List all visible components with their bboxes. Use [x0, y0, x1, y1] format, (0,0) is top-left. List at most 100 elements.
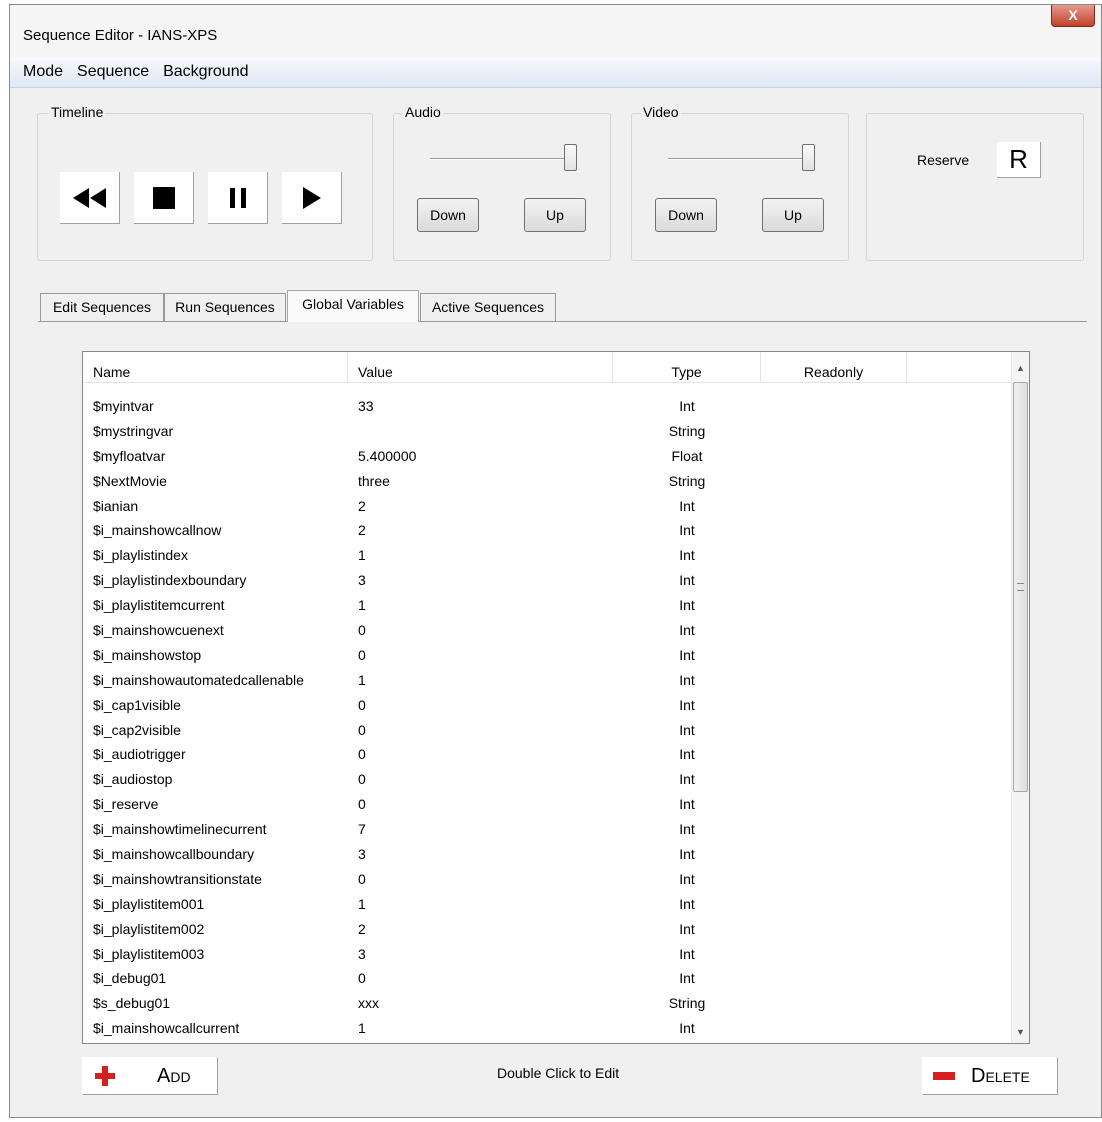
delete-button[interactable]: Delete: [922, 1057, 1058, 1095]
column-header-type[interactable]: Type: [613, 352, 761, 382]
cell-value: 33: [358, 398, 374, 414]
tab-run-sequences[interactable]: Run Sequences: [164, 293, 286, 321]
menu-mode[interactable]: Mode: [10, 57, 70, 87]
cell-type: Int: [679, 970, 695, 987]
table-row[interactable]: $i_mainshowautomatedcallenable 1 Int: [83, 668, 1011, 693]
tab-active-sequences[interactable]: Active Sequences: [420, 293, 556, 321]
add-button[interactable]: Add: [82, 1057, 218, 1095]
menu-sequence[interactable]: Sequence: [70, 57, 156, 87]
table-header: Name Value Type Readonly: [83, 352, 1011, 383]
timeline-group: Timeline: [37, 104, 373, 261]
cell-value: 1: [358, 895, 366, 912]
cell-value: 3: [358, 572, 366, 589]
column-header-readonly[interactable]: Readonly: [761, 352, 907, 382]
table-row[interactable]: $myfloatvar 5.400000 Float: [83, 444, 1011, 469]
cell-type: Int: [679, 597, 695, 614]
cell-type: Int: [679, 746, 695, 763]
cell-type: Int: [679, 895, 695, 912]
table-row[interactable]: $i_reserve 0 Int: [83, 792, 1011, 817]
cell-name: $myintvar: [93, 398, 154, 414]
table-row[interactable]: $i_mainshowcallnow 2 Int: [83, 518, 1011, 543]
menu-background[interactable]: Background: [156, 57, 255, 87]
column-header-name[interactable]: Name: [83, 352, 348, 382]
table-row[interactable]: $i_playlistitem001 1 Int: [83, 892, 1011, 917]
title-bar[interactable]: Sequence Editor - IANS-XPS X: [10, 5, 1101, 57]
cell-name: $i_audiostop: [93, 771, 173, 788]
cell-name: $mystringvar: [93, 422, 174, 439]
cell-name: $i_debug01: [93, 970, 167, 987]
add-button-label: Add: [157, 1064, 191, 1087]
cell-value: xxx: [358, 995, 379, 1012]
video-up-button[interactable]: Up: [762, 198, 824, 232]
video-volume-slider[interactable]: [802, 144, 815, 171]
video-group: Video Down Up: [631, 104, 849, 261]
table-row[interactable]: $NextMovie three String: [83, 469, 1011, 494]
close-button[interactable]: X: [1051, 5, 1095, 27]
delete-button-label: Delete: [971, 1064, 1030, 1087]
cell-value: 1: [358, 597, 366, 614]
table-row[interactable]: $mystringvar String: [83, 419, 1011, 444]
cell-value: 0: [358, 796, 366, 813]
cell-value: 0: [358, 970, 366, 987]
table-row[interactable]: $myintvar 33 Int: [83, 394, 1011, 419]
video-down-button[interactable]: Down: [655, 198, 717, 232]
table-row[interactable]: $i_mainshowstop 0 Int: [83, 643, 1011, 668]
cell-type: String: [668, 422, 706, 439]
cell-name: $i_playlistindexboundary: [93, 572, 247, 589]
table-row[interactable]: $i_playlistindex 1 Int: [83, 543, 1011, 568]
pause-button[interactable]: [208, 172, 268, 224]
rewind-button[interactable]: [60, 172, 120, 224]
stop-button[interactable]: [134, 172, 194, 224]
table-row[interactable]: $i_debug01 0 Int: [83, 966, 1011, 991]
cell-value: 1: [358, 1020, 366, 1037]
window-title: Sequence Editor - IANS-XPS: [23, 27, 218, 44]
cell-type: Int: [679, 821, 695, 838]
scroll-up-arrow[interactable]: ▲: [1012, 360, 1029, 377]
audio-up-button[interactable]: Up: [524, 198, 586, 232]
cell-name: $i_mainshowcallboundary: [93, 846, 255, 863]
audio-volume-slider[interactable]: [564, 144, 577, 171]
table-row[interactable]: $i_playlistitem003 3 Int: [83, 942, 1011, 967]
cell-value: three: [358, 472, 390, 489]
cell-type: Int: [679, 547, 695, 564]
tab-global-variables[interactable]: Global Variables: [287, 290, 419, 322]
scrollbar-thumb[interactable]: [1013, 382, 1028, 792]
play-button[interactable]: [282, 172, 342, 224]
cell-name: $i_playlistitem001: [93, 895, 205, 912]
table-row[interactable]: $i_mainshowtransitionstate 0 Int: [83, 867, 1011, 892]
audio-down-button[interactable]: Down: [417, 198, 479, 232]
table-row[interactable]: $i_audiostop 0 Int: [83, 767, 1011, 792]
cell-type: Int: [679, 1020, 695, 1037]
pause-icon: [229, 187, 246, 208]
table-row[interactable]: $i_mainshowtimelinecurrent 7 Int: [83, 817, 1011, 842]
table-row[interactable]: $i_mainshowcallboundary 3 Int: [83, 842, 1011, 867]
table-row[interactable]: $i_playlistitemcurrent 1 Int: [83, 593, 1011, 618]
edit-hint: Double Click to Edit: [497, 1065, 620, 1081]
scroll-down-arrow[interactable]: ▼: [1012, 1024, 1029, 1041]
tab-edit-sequences[interactable]: Edit Sequences: [40, 293, 164, 321]
global-variables-table[interactable]: Name Value Type Readonly $myintvar 33 Int $…: [82, 351, 1030, 1044]
cell-type: Int: [679, 497, 695, 514]
cell-name: $i_playlistitem003: [93, 945, 205, 962]
cell-type: String: [668, 995, 706, 1012]
table-row[interactable]: $s_debug01 xxx String: [83, 991, 1011, 1016]
table-row[interactable]: $i_cap1visible 0 Int: [83, 693, 1011, 718]
cell-name: $ianian: [93, 497, 139, 514]
table-row[interactable]: $i_mainshowcuenext 0 Int: [83, 618, 1011, 643]
cell-type: Int: [679, 671, 695, 688]
column-header-value[interactable]: Value: [348, 352, 613, 382]
table-row[interactable]: $i_playlistindexboundary 3 Int: [83, 568, 1011, 593]
cell-name: $i_playlistitemcurrent: [93, 597, 225, 614]
cell-type: Int: [679, 696, 695, 713]
table-row[interactable]: $ianian 2 Int: [83, 494, 1011, 519]
reserve-button[interactable]: R: [997, 142, 1041, 178]
cell-value: 2: [358, 920, 366, 937]
table-row[interactable]: $i_audiotrigger 0 Int: [83, 742, 1011, 767]
table-row[interactable]: $i_cap2visible 0 Int: [83, 718, 1011, 743]
cell-name: $i_audiotrigger: [93, 746, 186, 763]
cell-type: Int: [679, 572, 695, 589]
table-row[interactable]: $i_mainshowcallcurrent 1 Int: [83, 1016, 1011, 1041]
table-row[interactable]: $i_playlistitem002 2 Int: [83, 917, 1011, 942]
cell-value: 2: [358, 497, 366, 514]
table-scrollbar[interactable]: ▲ ▼: [1011, 352, 1029, 1043]
